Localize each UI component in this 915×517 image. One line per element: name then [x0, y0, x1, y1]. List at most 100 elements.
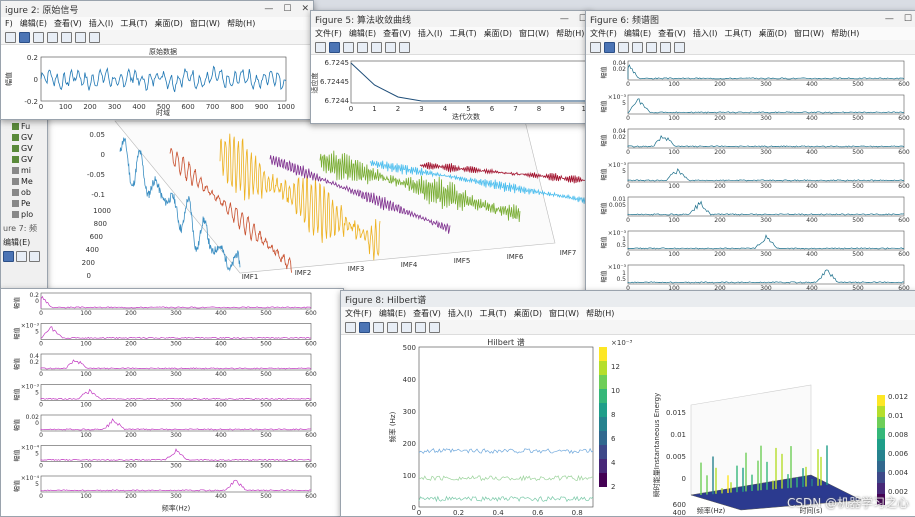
x-tick: 100 — [80, 371, 92, 378]
zoom-icon[interactable] — [632, 41, 643, 53]
menu-item-7[interactable]: 帮助(H) — [556, 28, 584, 39]
menu-item-4[interactable]: 工具(T) — [724, 28, 751, 39]
list-item[interactable]: Fu — [1, 121, 47, 132]
save-icon[interactable] — [604, 41, 615, 53]
pointer-icon[interactable] — [89, 31, 100, 43]
insert-icon[interactable] — [660, 41, 671, 53]
minimize-icon[interactable]: — — [885, 14, 894, 24]
zoom-icon[interactable] — [29, 251, 40, 262]
menu-item-2[interactable]: 查看(V) — [383, 28, 411, 39]
minimize-icon[interactable]: — — [560, 14, 569, 24]
list-item[interactable]: GV — [1, 132, 47, 143]
close-icon[interactable]: ✕ — [301, 4, 309, 14]
menu-item-5[interactable]: 桌面(D) — [759, 28, 787, 39]
datatip-icon[interactable] — [401, 321, 412, 333]
panel-ylabel: 幅值 — [600, 66, 608, 78]
menu-item-1[interactable]: 编辑(E) — [349, 28, 376, 39]
zoom-icon[interactable] — [47, 31, 58, 43]
open-icon[interactable] — [5, 31, 16, 43]
z-tick: -0.1 — [91, 191, 105, 199]
print-icon[interactable] — [16, 251, 27, 262]
list-item[interactable]: GV — [1, 143, 47, 154]
pointer-icon[interactable] — [674, 41, 685, 53]
insert-icon[interactable] — [75, 31, 86, 43]
menu-item-6[interactable]: 窗口(W) — [549, 308, 579, 319]
x-tick: 400 — [215, 432, 227, 439]
panel-ylabel: 幅值 — [13, 358, 21, 370]
x-tick: 200 — [125, 402, 137, 409]
menu-item-5[interactable]: 桌面(D) — [514, 308, 542, 319]
print-icon[interactable] — [373, 321, 384, 333]
maximize-icon[interactable]: ☐ — [283, 4, 291, 14]
menu-item-0[interactable]: F) — [5, 19, 13, 28]
imf-3d-window[interactable]: 0.05 0 -0.05 -0.1 1000 800 600 400 200 0 IMF1 IMF2 I… — [44, 112, 586, 294]
menu-item-6[interactable]: 窗口(W) — [519, 28, 549, 39]
menu-item-5[interactable]: 桌面(D) — [484, 28, 512, 39]
menu-item-4[interactable]: 工具(T) — [479, 308, 506, 319]
menu-item-3[interactable]: 插入(I) — [89, 18, 114, 29]
hilbert-window[interactable]: Figure 8: Hilbert谱 文件(F) 编辑(E) 查看(V) 插入(I) 工… — [340, 290, 915, 517]
x-tick: 0 — [626, 183, 630, 190]
list-item[interactable]: GV — [1, 154, 47, 165]
spectrum-right-window[interactable]: Figure 6: 频谱图 — ☐ 文件(F) 编辑(E) 查看(V) 插入(I) 工具(… — [585, 10, 915, 324]
menu-item-1[interactable]: 编辑(E) — [379, 308, 406, 319]
minimize-icon[interactable]: — — [264, 4, 273, 14]
datatip-icon[interactable] — [61, 31, 72, 43]
list-item[interactable]: Pe — [1, 198, 47, 209]
list-item[interactable]: mi — [1, 165, 47, 176]
datatip-icon[interactable] — [646, 41, 657, 53]
z-tick: 0 — [682, 475, 686, 483]
menu-item-3[interactable]: 插入(I) — [418, 28, 443, 39]
menu-item-7[interactable]: 帮助(H) — [586, 308, 614, 319]
x-tick: 300 — [170, 463, 182, 470]
list-item[interactable]: plo — [1, 209, 47, 220]
menu-item-1[interactable]: 编辑(E) — [20, 18, 47, 29]
menu-item-7[interactable]: 帮助(H) — [227, 18, 255, 29]
save-icon[interactable] — [359, 321, 370, 333]
print-icon[interactable] — [343, 41, 354, 53]
zoom-icon[interactable] — [387, 321, 398, 333]
figure-list-window[interactable]: Fu GV GV GV mi Me ob Pe plo ure 7: 频 编辑(E) — [0, 112, 48, 292]
save-icon[interactable] — [19, 31, 30, 43]
x-tick: 200 — [714, 149, 726, 156]
open-icon[interactable] — [315, 41, 326, 53]
file-icon — [12, 134, 19, 141]
menu-item-7[interactable]: 帮助(H) — [831, 28, 859, 39]
open-icon[interactable] — [345, 321, 356, 333]
menu-item-3[interactable]: 插入(I) — [693, 28, 718, 39]
menu-item-4[interactable]: 工具(T) — [449, 28, 476, 39]
list-item[interactable]: Me — [1, 176, 47, 187]
menu-item-2[interactable]: 查看(V) — [54, 18, 82, 29]
menu-item-3[interactable]: 插入(I) — [448, 308, 473, 319]
menu-item-0[interactable]: 文件(F) — [315, 28, 342, 39]
insert-icon[interactable] — [385, 41, 396, 53]
menu-item-5[interactable]: 桌面(D) — [155, 18, 183, 29]
menu-item-6[interactable]: 窗口(W) — [794, 28, 824, 39]
open-icon[interactable] — [590, 41, 601, 53]
print-icon[interactable] — [618, 41, 629, 53]
x-tick: 500 — [260, 310, 272, 317]
list-footer-menu[interactable]: 编辑(E) — [3, 237, 30, 248]
datatip-icon[interactable] — [371, 41, 382, 53]
menu-item-4[interactable]: 工具(T) — [120, 18, 147, 29]
menu-item-0[interactable]: 文件(F) — [345, 308, 372, 319]
maximize-icon[interactable]: ☐ — [904, 14, 912, 24]
zoom-icon[interactable] — [357, 41, 368, 53]
save-icon[interactable] — [3, 251, 14, 262]
list-item[interactable]: ob — [1, 187, 47, 198]
x-tick: 500 — [260, 402, 272, 409]
print-icon[interactable] — [33, 31, 44, 43]
menu-item-2[interactable]: 查看(V) — [413, 308, 441, 319]
pointer-icon[interactable] — [429, 321, 440, 333]
menu-item-6[interactable]: 窗口(W) — [190, 18, 220, 29]
spectrum-left-window[interactable]: 0.2 0 幅值 0 100 200 300 400 500 600 ×10⁻³ 5 幅值 0 100 200… — [0, 288, 344, 517]
pointer-icon[interactable] — [399, 41, 410, 53]
save-icon[interactable] — [329, 41, 340, 53]
x-tick: 0 — [39, 432, 43, 439]
original-signal-window[interactable]: igure 2: 原始信号 — ☐ ✕ F) 编辑(E) 查看(V) 插入(I) 工具(T)… — [0, 0, 314, 120]
menu-item-1[interactable]: 编辑(E) — [624, 28, 651, 39]
menu-item-2[interactable]: 查看(V) — [658, 28, 686, 39]
convergence-window[interactable]: Figure 5: 算法收敛曲线 — ☐ 文件(F) 编辑(E) 查看(V) 插入(I)… — [310, 10, 592, 124]
insert-icon[interactable] — [415, 321, 426, 333]
menu-item-0[interactable]: 文件(F) — [590, 28, 617, 39]
